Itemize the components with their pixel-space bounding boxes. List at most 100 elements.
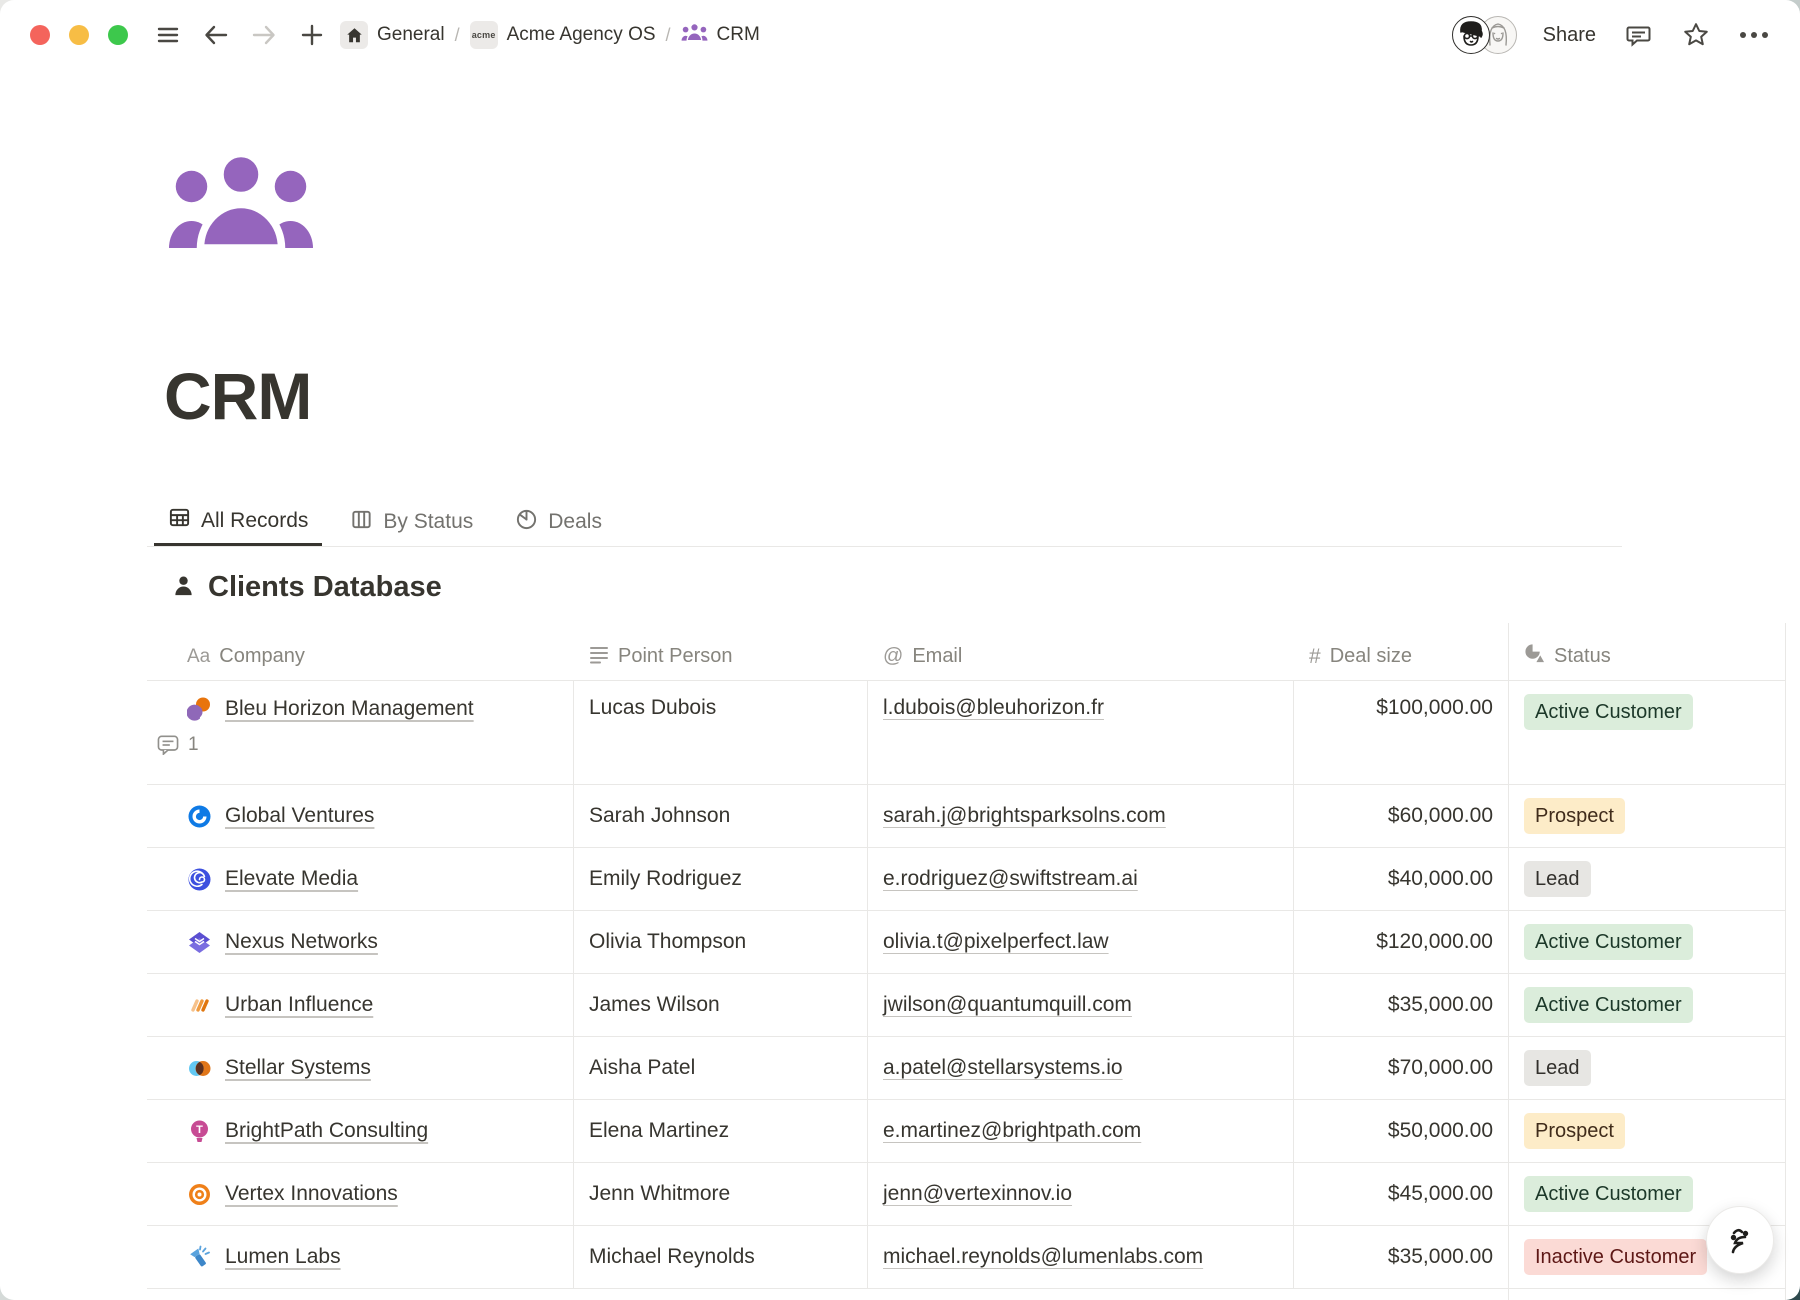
status-cell[interactable]: Active Customer [1508,681,1785,730]
email-cell[interactable]: e.martinez@brightpath.com [867,1119,1293,1143]
point-person-cell[interactable]: Michael Reynolds [573,1245,867,1269]
email-cell[interactable]: michael.reynolds@lumenlabs.com [867,1245,1293,1269]
email-cell[interactable]: olivia.t@pixelperfect.law [867,930,1293,954]
status-badge[interactable]: Active Customer [1524,694,1693,730]
column-divider[interactable] [573,681,574,1289]
email-cell[interactable]: l.dubois@bleuhorizon.fr [867,681,1293,720]
status-badge[interactable]: Active Customer [1524,1176,1693,1212]
back-icon[interactable] [200,19,232,51]
new-tab-icon[interactable] [296,19,328,51]
email-link[interactable]: e.martinez@brightpath.com [883,1119,1141,1143]
point-person-cell[interactable]: Elena Martinez [573,1119,867,1143]
status-cell[interactable]: Prospect [1508,1113,1785,1149]
table-row[interactable]: Lumen Labs Michael Reynolds michael.reyn… [147,1226,1785,1289]
email-link[interactable]: a.patel@stellarsystems.io [883,1056,1123,1080]
deal-size-cell[interactable]: $100,000.00 [1293,681,1508,720]
column-header-status[interactable]: Status [1508,643,1785,670]
column-header-point-person[interactable]: Point Person [573,644,867,670]
point-person-cell[interactable]: Olivia Thompson [573,930,867,954]
deal-size-cell[interactable]: $45,000.00 [1293,1182,1508,1206]
company-page-link[interactable]: BrightPath Consulting [225,1119,428,1143]
column-divider[interactable] [867,681,868,1289]
tab-deals[interactable]: Deals [501,498,616,546]
table-row[interactable]: Bleu Horizon Management 1 Lucas Dubois l… [147,681,1785,785]
deal-size-cell[interactable]: $60,000.00 [1293,804,1508,828]
table-row[interactable]: T BrightPath Consulting Elena Martinez e… [147,1100,1785,1163]
company-cell[interactable]: Vertex Innovations [147,1182,573,1207]
point-person-cell[interactable]: Emily Rodriguez [573,867,867,891]
company-page-link[interactable]: Elevate Media [225,867,358,891]
company-cell[interactable]: Stellar Systems [147,1056,573,1081]
point-person-cell[interactable]: James Wilson [573,993,867,1017]
company-cell[interactable]: Nexus Networks [147,930,573,955]
point-person-cell[interactable]: Aisha Patel [573,1056,867,1080]
table-row[interactable]: Global Ventures Sarah Johnson sarah.j@br… [147,785,1785,848]
table-row[interactable]: Stellar Systems Aisha Patel a.patel@stel… [147,1037,1785,1100]
share-button[interactable]: Share [1543,24,1596,47]
deal-size-cell[interactable]: $70,000.00 [1293,1056,1508,1080]
deal-size-cell[interactable]: $35,000.00 [1293,993,1508,1017]
more-options-icon[interactable] [1738,19,1770,51]
company-page-link[interactable]: Lumen Labs [225,1245,341,1269]
email-cell[interactable]: a.patel@stellarsystems.io [867,1056,1293,1080]
email-link[interactable]: sarah.j@brightsparksolns.com [883,804,1166,828]
status-badge[interactable]: Inactive Customer [1524,1239,1707,1275]
column-divider[interactable] [1785,623,1786,1300]
company-cell[interactable]: Lumen Labs [147,1245,573,1270]
column-header-deal-size[interactable]: # Deal size [1293,645,1508,669]
table-row[interactable]: Urban Influence James Wilson jwilson@qua… [147,974,1785,1037]
zoom-window-button[interactable] [108,25,128,45]
email-link[interactable]: jwilson@quantumquill.com [883,993,1132,1017]
forward-icon[interactable] [248,19,280,51]
table-row[interactable]: Vertex Innovations Jenn Whitmore jenn@ve… [147,1163,1785,1226]
status-badge[interactable]: Lead [1524,1050,1591,1086]
company-page-link[interactable]: Stellar Systems [225,1056,371,1080]
status-cell[interactable]: Lead [1508,861,1785,897]
status-badge[interactable]: Active Customer [1524,987,1693,1023]
status-badge[interactable]: Prospect [1524,798,1625,834]
company-cell[interactable]: Urban Influence [147,993,573,1018]
company-cell[interactable]: Bleu Horizon Management 1 [147,681,573,756]
status-cell[interactable]: Prospect [1508,798,1785,834]
minimize-window-button[interactable] [69,25,89,45]
status-cell[interactable]: Active Customer [1508,924,1785,960]
email-link[interactable]: e.rodriguez@swiftstream.ai [883,867,1138,891]
deal-size-cell[interactable]: $120,000.00 [1293,930,1508,954]
comment-count[interactable]: 1 [157,734,474,756]
table-row[interactable]: Elevate Media Emily Rodriguez e.rodrigue… [147,848,1785,911]
email-link[interactable]: olivia.t@pixelperfect.law [883,930,1109,954]
favorite-star-icon[interactable] [1680,19,1712,51]
company-cell[interactable]: T BrightPath Consulting [147,1119,573,1144]
page-icon-people-group[interactable] [166,152,316,253]
company-page-link[interactable]: Nexus Networks [225,930,378,954]
company-page-link[interactable]: Vertex Innovations [225,1182,398,1206]
table-row[interactable]: Nexus Networks Olivia Thompson olivia.t@… [147,911,1785,974]
active-users[interactable] [1452,16,1517,54]
breadcrumb-home[interactable]: General [340,21,445,49]
deal-size-cell[interactable]: $40,000.00 [1293,867,1508,891]
column-divider[interactable] [1293,681,1294,1289]
breadcrumb-current-page[interactable]: CRM [681,23,760,47]
email-link[interactable]: l.dubois@bleuhorizon.fr [883,696,1104,720]
company-page-link[interactable]: Bleu Horizon Management [225,697,474,721]
breadcrumb-workspace[interactable]: acme Acme Agency OS [470,21,656,49]
email-cell[interactable]: e.rodriguez@swiftstream.ai [867,867,1293,891]
company-cell[interactable]: Global Ventures [147,804,573,829]
deal-size-cell[interactable]: $50,000.00 [1293,1119,1508,1143]
column-header-email[interactable]: @ Email [867,645,1293,668]
email-link[interactable]: michael.reynolds@lumenlabs.com [883,1245,1203,1269]
deal-size-cell[interactable]: $35,000.00 [1293,1245,1508,1269]
notion-face-button[interactable] [1706,1206,1774,1274]
company-page-link[interactable]: Urban Influence [225,993,373,1017]
sidebar-menu-icon[interactable] [152,19,184,51]
company-cell[interactable]: Elevate Media [147,867,573,892]
tab-all-records[interactable]: All Records [154,498,322,546]
tab-by-status[interactable]: By Status [336,498,487,546]
company-page-link[interactable]: Global Ventures [225,804,374,828]
email-cell[interactable]: jwilson@quantumquill.com [867,993,1293,1017]
status-cell[interactable]: Lead [1508,1050,1785,1086]
email-cell[interactable]: jenn@vertexinnov.io [867,1182,1293,1206]
close-window-button[interactable] [30,25,50,45]
column-divider[interactable] [1508,623,1509,1300]
email-link[interactable]: jenn@vertexinnov.io [883,1182,1072,1206]
